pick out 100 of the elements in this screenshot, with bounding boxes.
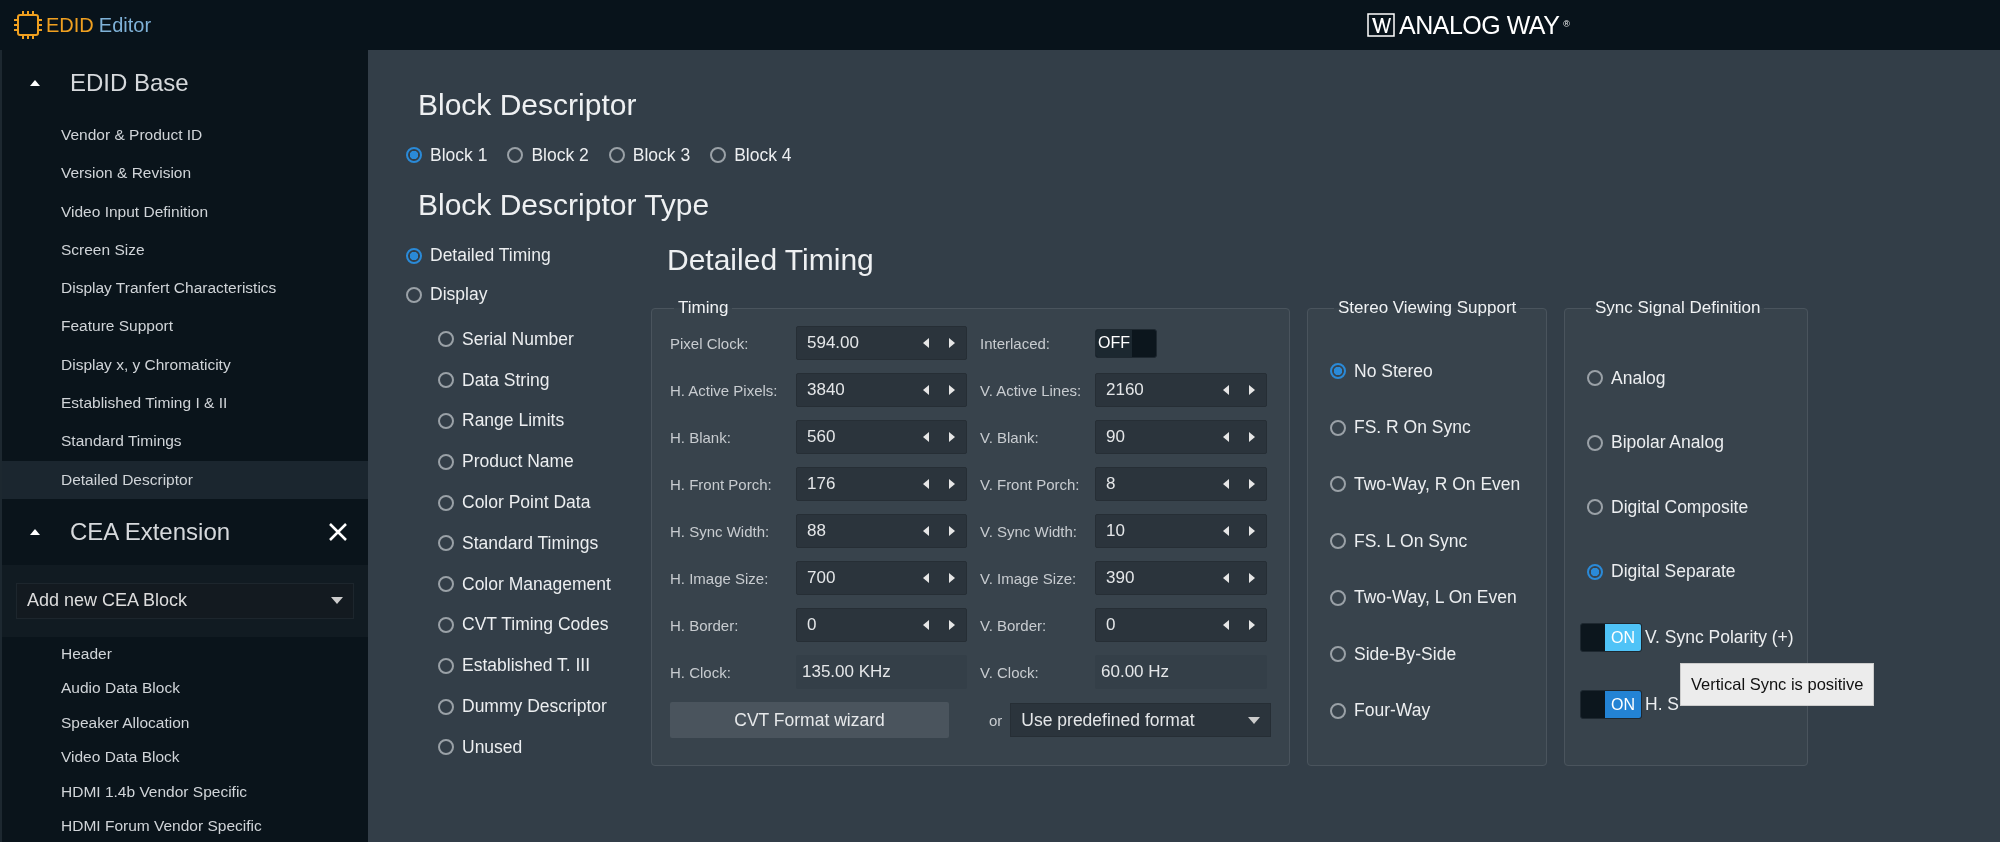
radio-label[interactable]: No Stereo (1354, 360, 1433, 382)
sidebar-item[interactable]: Established Timing I & II (2, 384, 368, 423)
radio-label[interactable]: Color Point Data (462, 492, 591, 514)
increment-icon[interactable] (1248, 384, 1256, 396)
radio-button[interactable] (438, 494, 454, 511)
radio-button[interactable] (438, 372, 454, 389)
sidebar-item[interactable]: Video Input Definition (2, 192, 368, 231)
radio-label[interactable]: Range Limits (462, 410, 565, 432)
radio-label[interactable]: Block 3 (632, 144, 691, 166)
radio-button[interactable] (1587, 499, 1603, 516)
radio-label[interactable]: Block 2 (531, 144, 589, 166)
decrement-icon[interactable] (1222, 431, 1230, 443)
radio-label[interactable]: Detailed Timing (430, 245, 551, 266)
number-field[interactable]: 0 (1095, 608, 1267, 642)
sidebar-item[interactable]: HDMI Forum Vendor Specific (2, 809, 368, 842)
radio-button[interactable] (406, 286, 422, 303)
increment-icon[interactable] (948, 619, 956, 631)
radio-label[interactable]: Four-Way (1354, 700, 1431, 722)
section-title[interactable]: EDID Base (70, 69, 348, 97)
radio-label[interactable]: CVT Timing Codes (462, 614, 609, 636)
radio-button[interactable] (438, 739, 454, 756)
decrement-icon[interactable] (1222, 525, 1230, 537)
radio-label[interactable]: FS. L On Sync (1354, 530, 1468, 552)
decrement-icon[interactable] (922, 337, 930, 349)
sidebar-item[interactable]: Vendor & Product ID (2, 116, 368, 155)
radio-label[interactable]: Color Management (462, 573, 611, 595)
radio-button[interactable] (438, 576, 454, 593)
increment-icon[interactable] (948, 431, 956, 443)
increment-icon[interactable] (948, 525, 956, 537)
radio-label[interactable]: FS. R On Sync (1354, 417, 1471, 439)
radio-button[interactable] (438, 413, 454, 429)
radio-label[interactable]: Two-Way, L On Even (1354, 587, 1517, 609)
decrement-icon[interactable] (922, 431, 930, 443)
radio-button[interactable] (1330, 702, 1346, 719)
section-title[interactable]: CEA Extension (70, 517, 328, 546)
radio-label[interactable]: Product Name (462, 451, 574, 473)
radio-label[interactable]: Side-By-Side (1354, 643, 1457, 665)
decrement-icon[interactable] (1222, 572, 1230, 584)
radio-label[interactable]: Established T. III (462, 655, 591, 677)
sidebar-item[interactable]: Audio Data Block (2, 671, 368, 706)
sidebar-item[interactable]: Detailed Descriptor (2, 460, 368, 499)
increment-icon[interactable] (1248, 572, 1256, 584)
number-field[interactable]: 8 (1095, 467, 1267, 501)
decrement-icon[interactable] (922, 572, 930, 584)
close-icon[interactable] (328, 521, 348, 542)
sidebar-item[interactable]: Speaker Allocation (2, 705, 368, 741)
increment-icon[interactable] (1248, 525, 1256, 537)
number-field[interactable]: 10 (1095, 514, 1267, 548)
radio-button[interactable] (1587, 563, 1603, 580)
decrement-icon[interactable] (1222, 619, 1230, 631)
number-field[interactable]: 2160 (1095, 373, 1267, 407)
radio-button[interactable] (710, 147, 727, 163)
cvt-wizard-button[interactable]: CVT Format wizard (670, 702, 949, 738)
radio-button[interactable] (1330, 589, 1346, 606)
number-field[interactable]: 176 (796, 467, 967, 501)
radio-button[interactable] (438, 657, 454, 674)
sidebar-item[interactable]: Header (2, 636, 368, 672)
decrement-icon[interactable] (922, 384, 930, 396)
radio-label[interactable]: Analog (1611, 367, 1666, 389)
number-field[interactable]: 560 (796, 420, 967, 454)
radio-button[interactable] (1330, 363, 1346, 380)
increment-icon[interactable] (1248, 619, 1256, 631)
format-dropdown[interactable]: Use predefined format (1010, 703, 1271, 737)
radio-button[interactable] (438, 331, 454, 348)
radio-button[interactable] (438, 698, 454, 715)
sidebar-item[interactable]: HDMI 1.4b Vendor Specific (2, 774, 368, 810)
sidebar-item[interactable]: Video Data Block (2, 740, 368, 775)
radio-button[interactable] (1330, 419, 1346, 436)
sidebar-item[interactable]: Feature Support (2, 307, 368, 346)
increment-icon[interactable] (948, 478, 956, 490)
radio-label[interactable]: Two-Way, R On Even (1354, 474, 1521, 495)
decrement-icon[interactable] (922, 619, 930, 631)
radio-label[interactable]: Digital Composite (1611, 496, 1749, 518)
toggle-label[interactable]: V. Sync Polarity (+) (1645, 627, 1794, 648)
sidebar-item[interactable]: Standard Timings (2, 422, 368, 461)
radio-label[interactable]: Standard Timings (462, 532, 599, 554)
dropdown-caret-icon[interactable] (331, 597, 343, 605)
radio-label[interactable]: Block 4 (734, 144, 792, 166)
radio-button[interactable] (1587, 434, 1603, 451)
radio-button[interactable] (1330, 476, 1346, 493)
radio-button[interactable] (1587, 370, 1603, 387)
dropdown-caret-icon[interactable] (1248, 716, 1260, 724)
radio-label[interactable]: Digital Separate (1611, 561, 1736, 583)
number-field[interactable]: 88 (796, 514, 967, 548)
radio-label[interactable]: Data String (462, 369, 550, 391)
decrement-icon[interactable] (1222, 384, 1230, 396)
increment-icon[interactable] (948, 384, 956, 396)
toggle-label[interactable]: H. S (1645, 694, 1680, 715)
radio-button[interactable] (406, 247, 422, 264)
radio-button[interactable] (1330, 646, 1346, 663)
radio-label[interactable]: Serial Number (462, 328, 574, 350)
radio-button[interactable] (438, 535, 454, 552)
sidebar-item[interactable]: Display x, y Chromaticity (2, 345, 368, 385)
increment-icon[interactable] (948, 337, 956, 349)
decrement-icon[interactable] (1222, 478, 1230, 490)
number-field[interactable]: 700 (796, 561, 967, 595)
radio-button[interactable] (1330, 533, 1346, 550)
toggle-switch[interactable]: OFF (1095, 328, 1157, 358)
toggle-switch[interactable]: ON (1580, 690, 1642, 719)
increment-icon[interactable] (1248, 431, 1256, 443)
